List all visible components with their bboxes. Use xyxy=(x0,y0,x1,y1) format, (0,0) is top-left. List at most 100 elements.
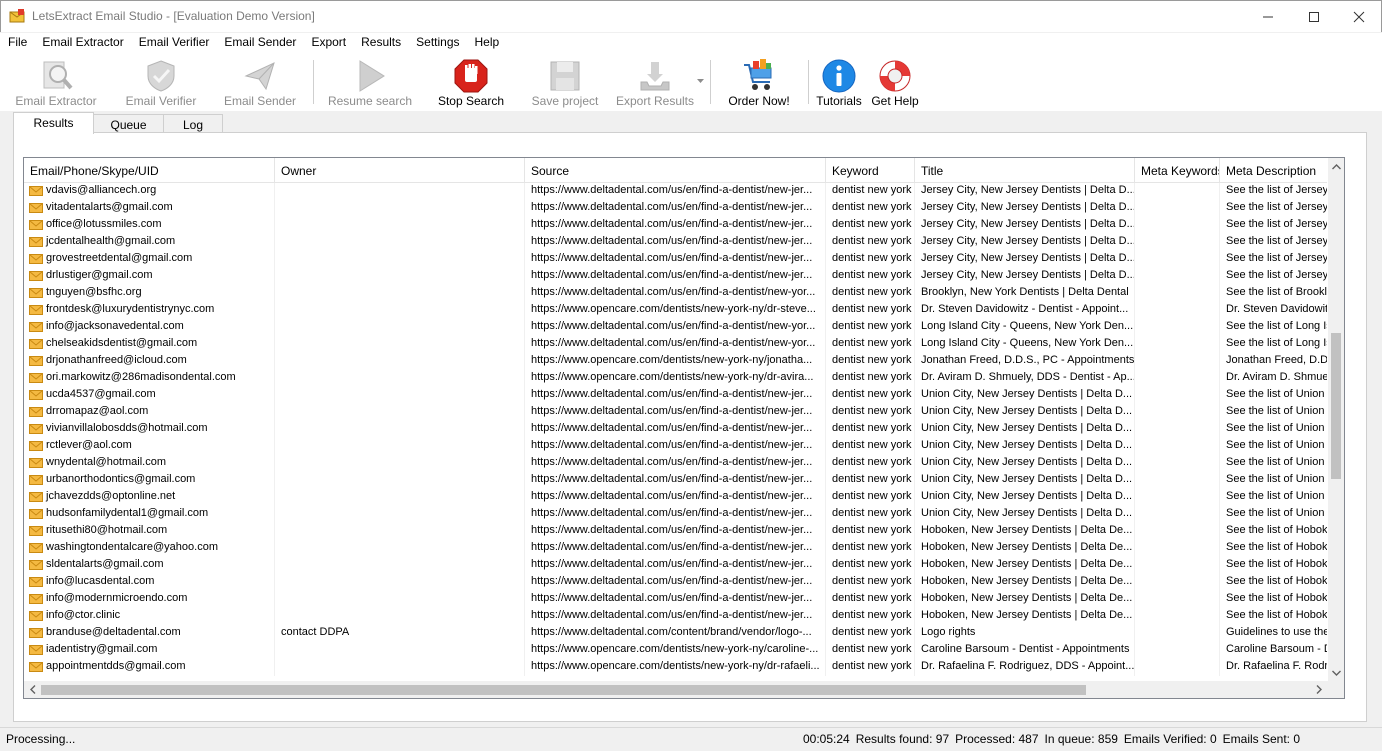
tab-queue[interactable]: Queue xyxy=(94,114,164,134)
email-text: appointmentdds@gmail.com xyxy=(46,660,186,672)
cell-meta-keywords xyxy=(1135,540,1220,557)
cell-title: Brooklyn, New York Dentists | Delta Dent… xyxy=(915,285,1135,302)
table-row[interactable]: branduse@deltadental.com contact DDPA http… xyxy=(24,625,1327,642)
maximize-button[interactable] xyxy=(1291,1,1337,32)
horizontal-scroll-thumb[interactable] xyxy=(41,685,1086,695)
cell-keyword: dentist new york xyxy=(826,455,915,472)
table-row[interactable]: jcdentalhealth@gmail.com https://www.delt… xyxy=(24,234,1327,251)
scroll-up-arrow[interactable] xyxy=(1328,158,1344,175)
status-elapsed: 00:05:24 xyxy=(803,732,850,746)
column-header-meta-description[interactable]: Meta Description xyxy=(1220,158,1327,183)
cell-keyword: dentist new york xyxy=(826,336,915,353)
table-row[interactable]: chelseakidsdentist@gmail.com https://www.… xyxy=(24,336,1327,353)
resume-search-button[interactable]: Resume search xyxy=(326,56,414,108)
tutorials-button[interactable]: Tutorials xyxy=(813,56,865,108)
cell-source: https://www.deltadental.com/us/en/find-a… xyxy=(525,251,826,268)
envelope-icon xyxy=(29,492,43,502)
column-header-keyword[interactable]: Keyword xyxy=(826,158,915,183)
cell-owner xyxy=(275,523,525,540)
vertical-scrollbar[interactable] xyxy=(1327,158,1344,681)
menu-help[interactable]: Help xyxy=(467,33,507,53)
email-sender-button[interactable]: Email Sender xyxy=(222,56,298,108)
menu-email-extractor[interactable]: Email Extractor xyxy=(34,33,130,53)
export-dropdown-icon[interactable] xyxy=(697,79,704,83)
table-row[interactable]: jchavezdds@optonline.net https://www.delt… xyxy=(24,489,1327,506)
menu-email-sender[interactable]: Email Sender xyxy=(216,33,303,53)
table-row[interactable]: sldentalarts@gmail.com https://www.deltad… xyxy=(24,557,1327,574)
cell-meta-keywords xyxy=(1135,574,1220,591)
table-row[interactable]: drlustiger@gmail.com https://www.deltaden… xyxy=(24,268,1327,285)
email-text: drromapaz@aol.com xyxy=(46,405,149,417)
chevron-left-icon xyxy=(29,685,35,694)
scroll-right-arrow[interactable] xyxy=(1310,681,1327,698)
table-row[interactable]: vivianvillalobosdds@hotmail.com https://w… xyxy=(24,421,1327,438)
table-row[interactable]: ucda4537@gmail.com https://www.deltadenta… xyxy=(24,387,1327,404)
tab-log[interactable]: Log xyxy=(164,114,223,134)
table-row[interactable]: hudsonfamilydental1@gmail.com https://www… xyxy=(24,506,1327,523)
email-text: info@ctor.clinic xyxy=(46,609,121,621)
table-row[interactable]: iadentistry@gmail.com https://www.opencar… xyxy=(24,642,1327,659)
table-row[interactable]: info@ctor.clinic https://www.deltadental.… xyxy=(24,608,1327,625)
cell-email: drromapaz@aol.com xyxy=(24,404,275,421)
table-row[interactable]: appointmentdds@gmail.com https://www.open… xyxy=(24,659,1327,676)
table-row[interactable]: tnguyen@bsfhc.org https://www.deltadental… xyxy=(24,285,1327,302)
column-header-meta-keywords[interactable]: Meta Keywords xyxy=(1135,158,1220,183)
tab-results[interactable]: Results xyxy=(13,112,94,134)
table-row[interactable]: frontdesk@luxurydentistrynyc.com https://… xyxy=(24,302,1327,319)
table-row[interactable]: info@lucasdental.com https://www.deltaden… xyxy=(24,574,1327,591)
column-header-source[interactable]: Source xyxy=(525,158,826,183)
scroll-left-arrow[interactable] xyxy=(24,681,41,698)
get-help-button[interactable]: Get Help xyxy=(868,56,922,108)
close-button[interactable] xyxy=(1336,1,1382,32)
table-row[interactable]: drromapaz@aol.com https://www.deltadental… xyxy=(24,404,1327,421)
export-results-button[interactable]: Export Results xyxy=(614,56,696,108)
table-row[interactable]: office@lotussmiles.com https://www.deltad… xyxy=(24,217,1327,234)
table-row[interactable]: info@jacksonavedental.com https://www.del… xyxy=(24,319,1327,336)
email-verifier-button[interactable]: Email Verifier xyxy=(122,56,200,108)
menu-settings[interactable]: Settings xyxy=(408,33,466,53)
cell-source: https://www.deltadental.com/us/en/find-a… xyxy=(525,285,826,302)
cell-source: https://www.deltadental.com/content/bran… xyxy=(525,625,826,642)
table-row[interactable]: rctlever@aol.com https://www.deltadental.… xyxy=(24,438,1327,455)
cell-meta-description: Dr. Steven Davidowit xyxy=(1226,303,1327,315)
cell-keyword: dentist new york xyxy=(826,421,915,438)
column-header-title[interactable]: Title xyxy=(915,158,1135,183)
email-text: washingtondentalcare@yahoo.com xyxy=(46,541,218,553)
column-header-email[interactable]: Email/Phone/Skype/UID xyxy=(24,158,275,183)
cell-title: Hoboken, New Jersey Dentists | Delta De.… xyxy=(915,540,1135,557)
menu-file[interactable]: File xyxy=(0,33,34,53)
email-extractor-button[interactable]: Email Extractor xyxy=(10,56,102,108)
column-header-owner[interactable]: Owner xyxy=(275,158,525,183)
scroll-down-arrow[interactable] xyxy=(1328,664,1344,681)
table-row[interactable]: ritusethi80@hotmail.com https://www.delta… xyxy=(24,523,1327,540)
menu-results[interactable]: Results xyxy=(353,33,408,53)
title-bar: LetsExtract Email Studio - [Evaluation D… xyxy=(0,0,1382,32)
cell-owner xyxy=(275,591,525,608)
minimize-button[interactable] xyxy=(1245,1,1291,32)
envelope-icon xyxy=(29,203,43,213)
table-row[interactable]: washingtondentalcare@yahoo.com https://ww… xyxy=(24,540,1327,557)
order-now-button[interactable]: Order Now! xyxy=(724,56,794,108)
table-row[interactable]: vdavis@alliancech.org https://www.deltade… xyxy=(24,183,1327,200)
table-row[interactable]: urbanorthodontics@gmail.com https://www.d… xyxy=(24,472,1327,489)
menu-email-verifier[interactable]: Email Verifier xyxy=(131,33,217,53)
cell-meta-keywords xyxy=(1135,438,1220,455)
horizontal-scrollbar[interactable] xyxy=(24,681,1327,698)
envelope-icon xyxy=(29,254,43,264)
save-project-button[interactable]: Save project xyxy=(529,56,601,108)
cell-title: Long Island City - Queens, New York Den.… xyxy=(915,319,1135,336)
table-row[interactable]: drjonathanfreed@icloud.com https://www.op… xyxy=(24,353,1327,370)
table-row[interactable]: vitadentalarts@gmail.com https://www.delt… xyxy=(24,200,1327,217)
cell-title: Caroline Barsoum - Dentist - Appointment… xyxy=(915,642,1135,659)
cell-meta-keywords xyxy=(1135,455,1220,472)
vertical-scroll-thumb[interactable] xyxy=(1331,333,1341,479)
table-row[interactable]: grovestreetdental@gmail.com https://www.d… xyxy=(24,251,1327,268)
cell-title: Union City, New Jersey Dentists | Delta … xyxy=(915,438,1135,455)
table-row[interactable]: info@modernmicroendo.com https://www.delt… xyxy=(24,591,1327,608)
results-grid[interactable]: Email/Phone/Skype/UID Owner Source Keywo… xyxy=(23,157,1345,699)
menu-export[interactable]: Export xyxy=(303,33,353,53)
table-row[interactable]: wnydental@hotmail.com https://www.deltade… xyxy=(24,455,1327,472)
cell-title: Hoboken, New Jersey Dentists | Delta De.… xyxy=(915,557,1135,574)
table-row[interactable]: ori.markowitz@286madisondental.com https:… xyxy=(24,370,1327,387)
stop-search-button[interactable]: Stop Search xyxy=(436,56,506,108)
